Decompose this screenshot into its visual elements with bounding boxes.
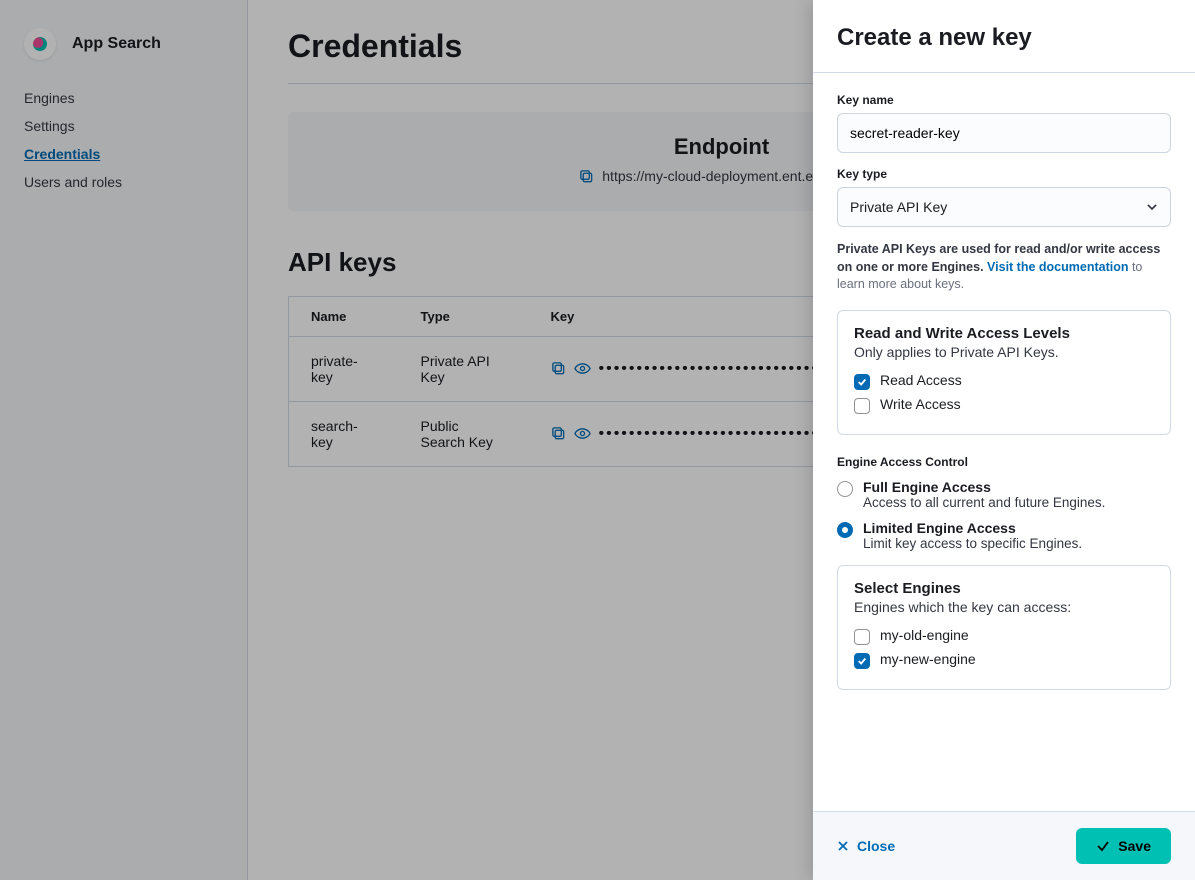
full-engine-title: Full Engine Access [863,479,1105,495]
chevron-down-icon [1146,201,1158,213]
engine-checkbox[interactable] [854,629,870,645]
engine-access-label: Engine Access Control [837,455,1171,469]
write-access-row[interactable]: Write Access [854,396,1154,414]
close-label: Close [857,838,895,854]
limited-engine-row[interactable]: Limited Engine Access Limit key access t… [837,520,1171,551]
key-name-input[interactable] [837,113,1171,153]
read-access-row[interactable]: Read Access [854,372,1154,390]
select-engines-title: Select Engines [854,580,1154,597]
engine-label: my-new-engine [880,651,976,667]
write-access-label: Write Access [880,396,961,412]
key-type-value: Private API Key [850,199,947,215]
engine-option-row[interactable]: my-old-engine [854,627,1154,645]
full-engine-subtitle: Access to all current and future Engines… [863,495,1105,510]
key-type-select[interactable]: Private API Key [837,187,1171,227]
create-key-flyout: Create a new key Key name Key type Priva… [813,0,1195,880]
full-engine-row[interactable]: Full Engine Access Access to all current… [837,479,1171,510]
save-button[interactable]: Save [1076,828,1171,864]
select-engines-subtitle: Engines which the key can access: [854,599,1154,615]
flyout-body: Key name Key type Private API Key Privat… [813,73,1195,811]
close-icon [837,840,849,852]
key-type-help: Private API Keys are used for read and/o… [837,241,1171,294]
select-engines-panel: Select Engines Engines which the key can… [837,565,1171,690]
limited-engine-title: Limited Engine Access [863,520,1082,536]
access-levels-panel: Read and Write Access Levels Only applie… [837,310,1171,435]
key-name-label: Key name [837,93,1171,107]
access-panel-subtitle: Only applies to Private API Keys. [854,344,1154,360]
flyout-footer: Close Save [813,811,1195,880]
flyout-title: Create a new key [813,0,1195,73]
engine-option-row[interactable]: my-new-engine [854,651,1154,669]
close-button[interactable]: Close [837,838,895,854]
key-type-label: Key type [837,167,1171,181]
limited-engine-subtitle: Limit key access to specific Engines. [863,536,1082,551]
check-icon [1096,839,1110,853]
documentation-link[interactable]: Visit the documentation [987,260,1128,274]
read-access-label: Read Access [880,372,962,388]
engine-checkbox[interactable] [854,653,870,669]
limited-engine-radio[interactable] [837,522,853,538]
save-label: Save [1118,838,1151,854]
write-access-checkbox[interactable] [854,398,870,414]
engine-label: my-old-engine [880,627,969,643]
read-access-checkbox[interactable] [854,374,870,390]
access-panel-title: Read and Write Access Levels [854,325,1154,342]
full-engine-radio[interactable] [837,481,853,497]
